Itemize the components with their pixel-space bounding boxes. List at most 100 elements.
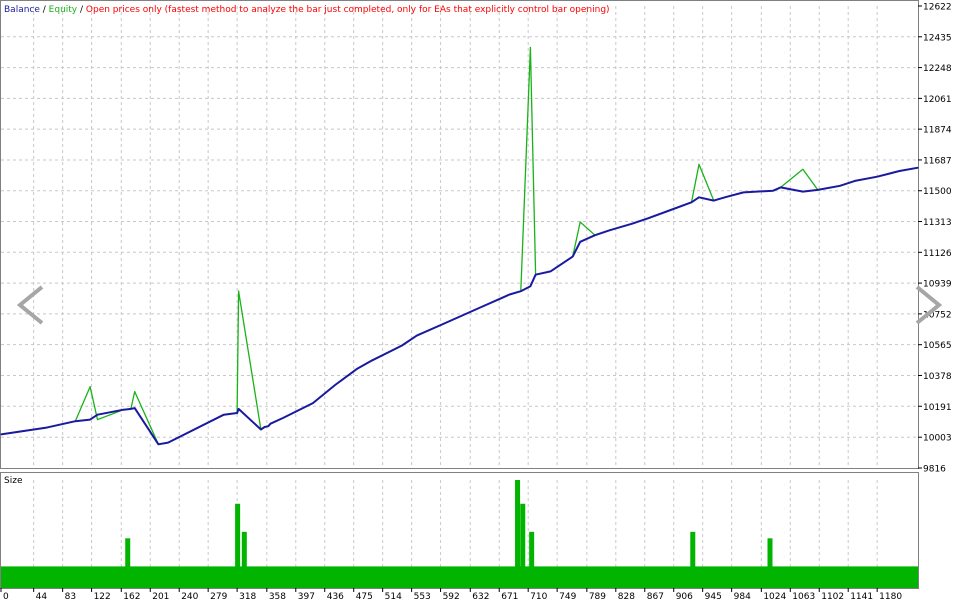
balance-series-point (668, 209, 670, 212)
x-tick-label: 867 (647, 592, 664, 601)
balance-series-point (0, 433, 2, 436)
balance-series-point (854, 180, 856, 182)
x-tick-label: 632 (472, 592, 489, 601)
x-tick-label: 789 (589, 592, 606, 601)
x-tick-label: 1141 (850, 592, 873, 601)
x-tick-label: 240 (181, 592, 198, 601)
balance-series-point (334, 384, 336, 386)
balance-series-point (535, 274, 537, 276)
x-tick-label: 671 (501, 592, 518, 601)
balance-series-point (742, 191, 745, 193)
size-panel-label: Size (4, 476, 23, 486)
y-tick-label: 11126 (923, 249, 952, 259)
chevron-left-icon (16, 285, 44, 325)
next-arrow-button[interactable] (911, 284, 945, 326)
y-tick-label: 12061 (923, 95, 952, 105)
balance-series-point (572, 255, 574, 258)
balance-series-point (134, 407, 136, 409)
balance-series-point (520, 290, 522, 292)
balance-series-point (839, 185, 841, 187)
size-bar (125, 538, 131, 588)
legend-balance: Balance (4, 5, 40, 15)
x-tick-label: 828 (618, 592, 635, 601)
equity-series-point (802, 168, 804, 170)
size-baseline-bar (1, 566, 918, 588)
x-tick-label: 553 (414, 592, 431, 601)
y-tick-label: 11687 (923, 156, 952, 166)
balance-series-point (594, 234, 596, 236)
balance-series-point (269, 423, 272, 425)
x-tick-label: 749 (559, 592, 576, 601)
balance-series-point (780, 186, 782, 189)
balance-series-point (282, 417, 284, 419)
balance-series-point (497, 298, 500, 301)
y-tick-label: 11500 (923, 187, 952, 197)
balance-series-point (223, 414, 225, 416)
balance-series-point (416, 335, 418, 337)
x-tick-label: 1063 (792, 592, 815, 601)
y-tick-label: 12622 (923, 3, 952, 13)
size-bar (690, 531, 696, 588)
prev-arrow-button[interactable] (14, 284, 48, 326)
chevron-right-icon (915, 285, 943, 325)
y-tick-label: 9816 (923, 465, 946, 475)
y-tick-label: 10191 (923, 403, 952, 413)
balance-series-point (509, 293, 511, 296)
balance-series-point (267, 425, 269, 427)
equity-series-point (698, 163, 700, 165)
balance-series-point (401, 344, 403, 347)
balance-series-point (817, 189, 819, 191)
balance-series-point (609, 229, 611, 231)
x-tick-label: 1102 (821, 592, 844, 601)
balance-series-point (96, 414, 99, 416)
size-bar (520, 503, 526, 588)
y-tick-label: 11874 (923, 126, 952, 136)
size-bar (767, 538, 773, 588)
tester-graph: 9816100031019110378105651075210939111261… (0, 0, 952, 601)
balance-series-point (898, 170, 901, 172)
x-tick-label: 592 (443, 592, 460, 601)
size-bar (515, 480, 521, 588)
chart-legend: Balance / Equity / Open prices only (fas… (4, 5, 610, 15)
balance-series-point (772, 190, 774, 192)
y-tick-label: 11313 (923, 218, 952, 228)
balance-series-point (646, 218, 648, 220)
balance-series-point (312, 402, 314, 404)
x-tick-label: 1024 (763, 592, 786, 601)
y-axis: 9816100031019110378105651075210939111261… (918, 3, 952, 475)
size-bar (529, 531, 535, 588)
balance-series-point (483, 305, 485, 307)
x-tick-label: 1180 (879, 592, 902, 601)
balance-series-point (260, 428, 262, 431)
balance-series-point (356, 367, 359, 370)
x-tick-label: 397 (298, 592, 315, 601)
balance-series-point (529, 285, 532, 287)
equity-series-point (529, 46, 532, 49)
y-tick-label: 10565 (923, 341, 952, 351)
balance-series-point (802, 190, 804, 193)
balance-series-point (917, 167, 919, 169)
y-tick-label: 10378 (923, 372, 952, 382)
x-tick-label: 906 (676, 592, 693, 601)
equity-series-point (238, 290, 240, 292)
legend-separator: / (39, 5, 49, 15)
balance-series-point (549, 270, 552, 273)
x-tick-label: 83 (65, 592, 76, 601)
x-tick-label: 122 (94, 592, 111, 601)
x-tick-label: 475 (356, 592, 373, 601)
x-tick-label: 279 (210, 592, 227, 601)
y-tick-label: 10003 (923, 434, 952, 444)
balance-series-point (130, 408, 132, 410)
y-tick-label: 12435 (923, 33, 952, 43)
x-axis: 0 44 83 122 162 201 240 279 318 358 397 436 475 514 55… (0, 588, 902, 601)
x-tick-label: 162 (123, 592, 140, 601)
x-tick-label: 0 (3, 592, 9, 601)
balance-series-point (74, 420, 76, 422)
balance-series-point (238, 408, 240, 410)
equity-series-point (579, 221, 581, 223)
legend-separator: / (77, 5, 86, 15)
balance-series-point (690, 201, 693, 203)
balance-series-point (157, 443, 160, 445)
x-tick-label: 318 (239, 592, 256, 601)
size-bar (241, 531, 247, 588)
